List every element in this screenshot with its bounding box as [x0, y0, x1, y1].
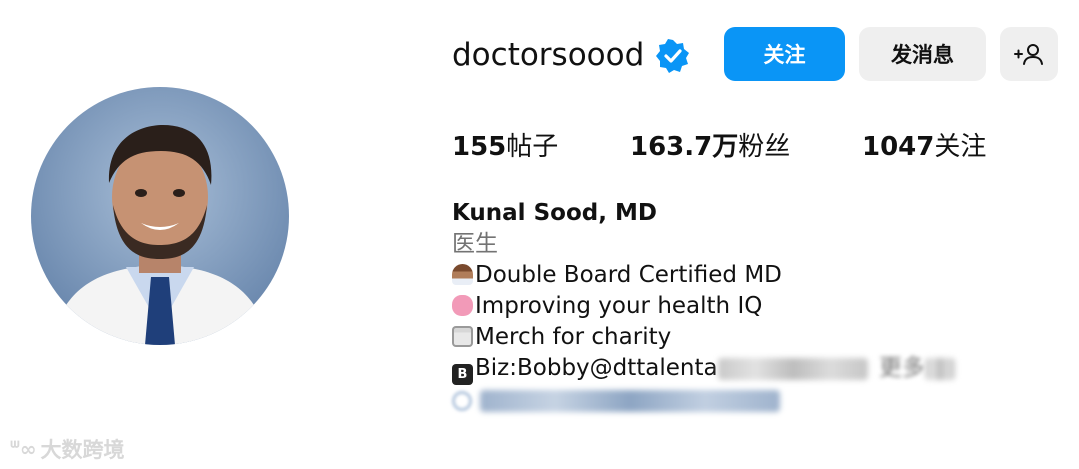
bio-line-text: Biz:Bobby@dttalenta: [475, 355, 718, 381]
bio-line-text: Double Board Certified MD: [475, 262, 782, 288]
category-label: 医生: [452, 231, 498, 257]
followers-count: 163.7万: [630, 132, 739, 162]
followers-stat[interactable]: 163.7万粉丝: [630, 129, 790, 165]
display-name: Kunal Sood, MD: [452, 200, 657, 226]
brain-emoji-icon: [452, 295, 473, 316]
bio-link[interactable]: [452, 385, 955, 416]
followers-label: 粉丝: [738, 132, 791, 162]
doctor-emoji-icon: [452, 264, 473, 285]
watermark-text: 大数跨境: [40, 438, 125, 462]
verified-badge-icon: [656, 39, 689, 73]
message-button[interactable]: 发消息: [859, 27, 986, 81]
profile-avatar[interactable]: [31, 87, 289, 345]
following-label: 关注: [934, 132, 987, 162]
posts-label: 帖子: [506, 132, 559, 162]
bio-line-text: Improving your health IQ: [475, 293, 763, 319]
b-button-emoji-icon: B: [452, 364, 473, 385]
add-user-icon: [1014, 44, 1043, 65]
link-icon: [452, 390, 472, 411]
hospital-emoji-icon: [452, 326, 473, 347]
follow-button[interactable]: 关注: [724, 27, 845, 81]
bio-line: Improving your health IQ: [452, 291, 955, 322]
posts-count: 155: [452, 132, 507, 162]
bio-line: B Biz:Bobby@dttalenta 更多: [452, 353, 955, 385]
bio-line: Double Board Certified MD: [452, 260, 955, 291]
more-link[interactable]: 更多: [879, 355, 925, 381]
username: doctorsoood: [452, 37, 645, 73]
avatar-photo: [31, 87, 289, 345]
suggested-users-button[interactable]: [1000, 27, 1058, 81]
bio-line-text: Merch for charity: [475, 324, 672, 350]
watermark: ᐜ∞ 大数跨境: [10, 434, 125, 464]
redacted-link-text: [480, 389, 781, 412]
redacted-text: [717, 357, 868, 380]
profile-bio: Kunal Sood, MD 医生 Double Board Certified…: [452, 198, 955, 416]
posts-stat[interactable]: 155帖子: [452, 129, 558, 165]
watermark-logo-icon: ᐜ∞: [10, 437, 37, 461]
following-stat[interactable]: 1047关注: [862, 129, 986, 165]
following-count: 1047: [862, 132, 935, 162]
bio-line: Merch for charity: [452, 322, 955, 353]
redacted-text: [924, 357, 955, 380]
